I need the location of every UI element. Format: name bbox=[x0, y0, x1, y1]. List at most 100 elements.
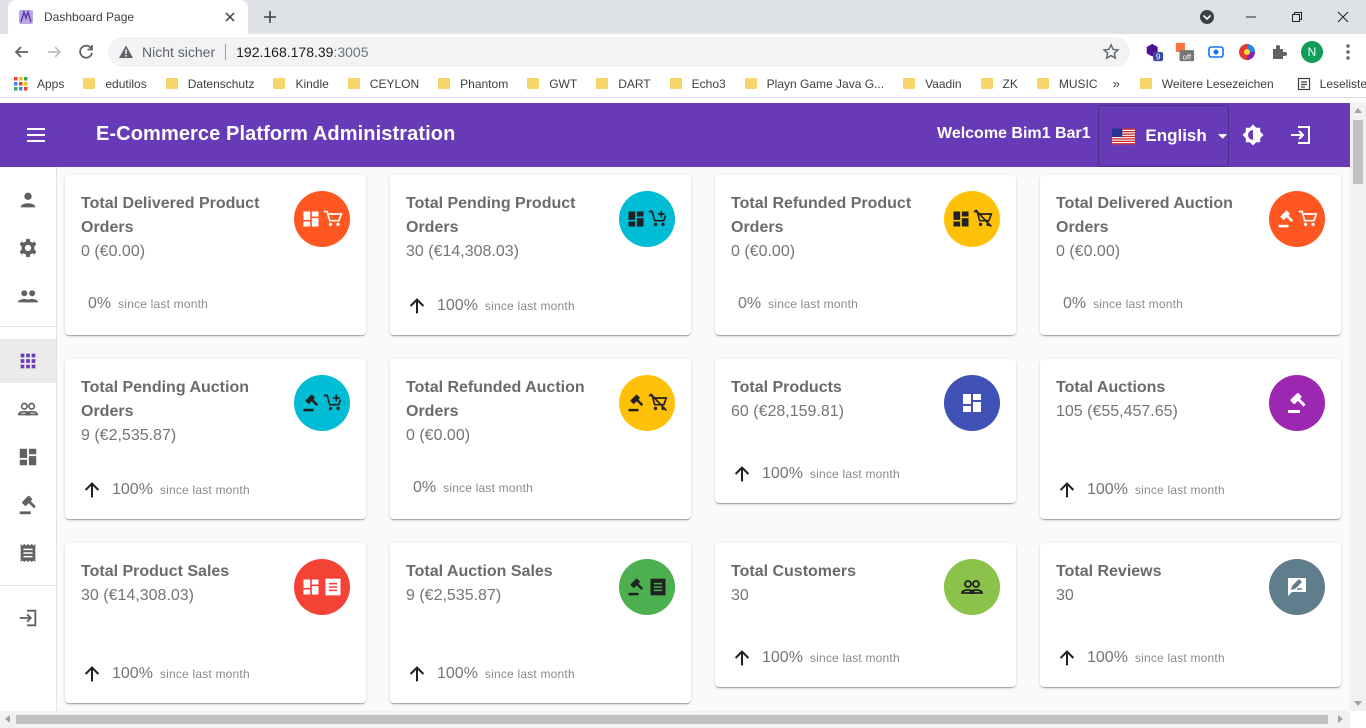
trend-period: since last month bbox=[159, 483, 250, 497]
folder-icon bbox=[273, 78, 286, 89]
product-cart-add-icon bbox=[619, 191, 675, 247]
bookmarks-overflow-button[interactable]: » bbox=[1113, 76, 1120, 91]
cart-add-icon bbox=[323, 394, 342, 411]
bookmark-star-icon[interactable] bbox=[1102, 43, 1120, 61]
extension-hex-icon[interactable]: 9 bbox=[1144, 42, 1164, 62]
minimize-window-icon[interactable] bbox=[1228, 0, 1274, 34]
profile-avatar[interactable]: N bbox=[1301, 41, 1323, 63]
restore-window-icon[interactable] bbox=[1274, 0, 1320, 34]
other-bookmarks-label: Weitere Lesezeichen bbox=[1161, 76, 1274, 91]
sidebar-item-dashboard[interactable] bbox=[0, 339, 56, 383]
colorful-extension-icon[interactable] bbox=[1237, 42, 1257, 62]
extension-off-icon[interactable]: off bbox=[1175, 42, 1195, 62]
stat-card-title: Total Delivered Product Orders bbox=[81, 195, 260, 236]
trend-period: since last month bbox=[118, 297, 209, 311]
bookmark-folder[interactable]: edutilos bbox=[83, 77, 147, 91]
stat-card-trend: 100% since last month bbox=[1056, 479, 1225, 501]
sidebar-item-auctions[interactable] bbox=[0, 483, 56, 527]
stat-card-trend: 100% since last month bbox=[731, 647, 900, 669]
bookmark-folder[interactable]: Kindle bbox=[273, 76, 329, 91]
folder-icon bbox=[903, 78, 916, 89]
scroll-right-arrow-icon[interactable] bbox=[1338, 715, 1343, 723]
vertical-scroll-thumb[interactable] bbox=[1353, 120, 1363, 184]
back-arrow-icon[interactable] bbox=[12, 42, 32, 62]
sidebar-item-customers[interactable] bbox=[0, 387, 56, 431]
bookmark-folder[interactable]: ZK bbox=[980, 77, 1018, 91]
bookmark-label: Kindle bbox=[295, 76, 329, 91]
bookmark-folder[interactable]: DART bbox=[596, 77, 651, 91]
cart-add-icon bbox=[648, 210, 667, 227]
bookmark-folder[interactable]: CEYLON bbox=[347, 77, 419, 91]
trend-period: since last month bbox=[809, 651, 900, 665]
gavel-receipt-icon bbox=[619, 559, 675, 615]
stat-card-title: Total Refunded Product Orders bbox=[731, 195, 912, 236]
stat-card: Total Refunded Auction Orders 0 (€0.00) 0%… bbox=[390, 359, 691, 519]
bookmark-folder[interactable]: GWT bbox=[527, 77, 577, 91]
sidebar-item-logout[interactable] bbox=[0, 596, 56, 640]
reading-list[interactable]: Leseliste bbox=[1297, 77, 1366, 91]
more-vert-icon[interactable] bbox=[1338, 42, 1358, 62]
browser-tab[interactable]: Dashboard Page bbox=[8, 0, 248, 34]
review-icon bbox=[1269, 559, 1325, 615]
gavel-cart-icon bbox=[1269, 191, 1325, 247]
bookmark-folder[interactable]: MUSIC bbox=[1036, 77, 1098, 91]
sidebar-item-settings[interactable] bbox=[0, 226, 56, 270]
trend-period: since last month bbox=[1093, 297, 1184, 311]
scroll-left-arrow-icon[interactable] bbox=[5, 715, 10, 723]
folder-icon bbox=[669, 78, 682, 89]
bookmarks-bar: Apps edutilos Datenschutz Kindle CEYLON Phant… bbox=[0, 70, 1366, 98]
stat-card-value: 60 (€28,159.81) bbox=[731, 403, 844, 420]
stat-card-title: Total Pending Product Orders bbox=[406, 195, 576, 236]
bookmark-folder[interactable]: Phantom bbox=[438, 77, 508, 91]
tab-title: Dashboard Page bbox=[44, 10, 135, 24]
product-icon bbox=[944, 375, 1000, 431]
brightness-icon[interactable] bbox=[1241, 123, 1265, 147]
dashboard-icon bbox=[628, 211, 644, 227]
screen-capture-extension-icon[interactable] bbox=[1206, 42, 1226, 62]
sidebar-item-products[interactable] bbox=[0, 435, 56, 479]
language-select[interactable]: English bbox=[1098, 105, 1229, 167]
bookmark-folder[interactable]: Playn Game Java G... bbox=[744, 77, 884, 91]
doc-icon bbox=[325, 578, 341, 596]
apps-grid-icon bbox=[20, 353, 36, 369]
bookmark-folder[interactable]: Datenschutz bbox=[165, 77, 254, 91]
close-icon[interactable] bbox=[222, 9, 238, 25]
menu-icon[interactable] bbox=[24, 123, 48, 147]
dashboard-content: Total Delivered Product Orders 0 (€0.00) 0… bbox=[57, 167, 1350, 711]
reload-icon[interactable] bbox=[76, 42, 96, 62]
trend-period: since last month bbox=[768, 297, 859, 311]
trend-period: since last month bbox=[484, 299, 575, 313]
horizontal-scroll-thumb[interactable] bbox=[16, 715, 1328, 724]
cart-off-icon bbox=[648, 393, 668, 412]
gavel-cart-add-icon bbox=[294, 375, 350, 431]
scroll-down-arrow-icon[interactable] bbox=[1354, 701, 1362, 706]
bookmark-apps[interactable]: Apps bbox=[14, 76, 64, 91]
other-bookmarks[interactable]: Weitere Lesezeichen bbox=[1139, 76, 1274, 91]
bookmark-folder[interactable]: Vaadin bbox=[903, 77, 962, 91]
stat-card-title: Total Products bbox=[731, 379, 842, 396]
scroll-up-arrow-icon[interactable] bbox=[1354, 108, 1362, 113]
extensions-puzzle-icon[interactable] bbox=[1269, 42, 1289, 62]
bookmark-label: Echo3 bbox=[691, 76, 726, 91]
stat-card-trend: 0% since last month bbox=[406, 479, 533, 497]
new-tab-icon[interactable] bbox=[260, 7, 280, 27]
person-icon bbox=[20, 192, 36, 208]
sidebar-item-sales[interactable] bbox=[0, 531, 56, 575]
bookmark-folder[interactable]: Echo3 bbox=[669, 76, 726, 91]
tab-search-icon[interactable] bbox=[1198, 8, 1216, 26]
close-window-icon[interactable] bbox=[1320, 0, 1366, 34]
stat-card-trend: 100% since last month bbox=[81, 663, 250, 685]
folder-icon bbox=[1036, 78, 1049, 89]
stat-card-value: 105 (€55,457.65) bbox=[1056, 403, 1178, 420]
page-favicon-icon bbox=[19, 9, 33, 24]
logout-icon[interactable] bbox=[1289, 123, 1313, 147]
sidebar-item-users[interactable] bbox=[0, 274, 56, 318]
horizontal-scrollbar[interactable] bbox=[0, 711, 1350, 728]
people-icon bbox=[17, 290, 39, 303]
forward-arrow-icon[interactable] bbox=[44, 42, 64, 62]
browser-tabstrip: Dashboard Page bbox=[0, 0, 1366, 34]
sidebar-item-profile[interactable] bbox=[0, 178, 56, 222]
address-bar[interactable]: Nicht sicher 192.168.178.39:3005 bbox=[108, 37, 1130, 67]
warning-icon[interactable] bbox=[118, 44, 134, 60]
vertical-scrollbar[interactable] bbox=[1350, 103, 1366, 711]
